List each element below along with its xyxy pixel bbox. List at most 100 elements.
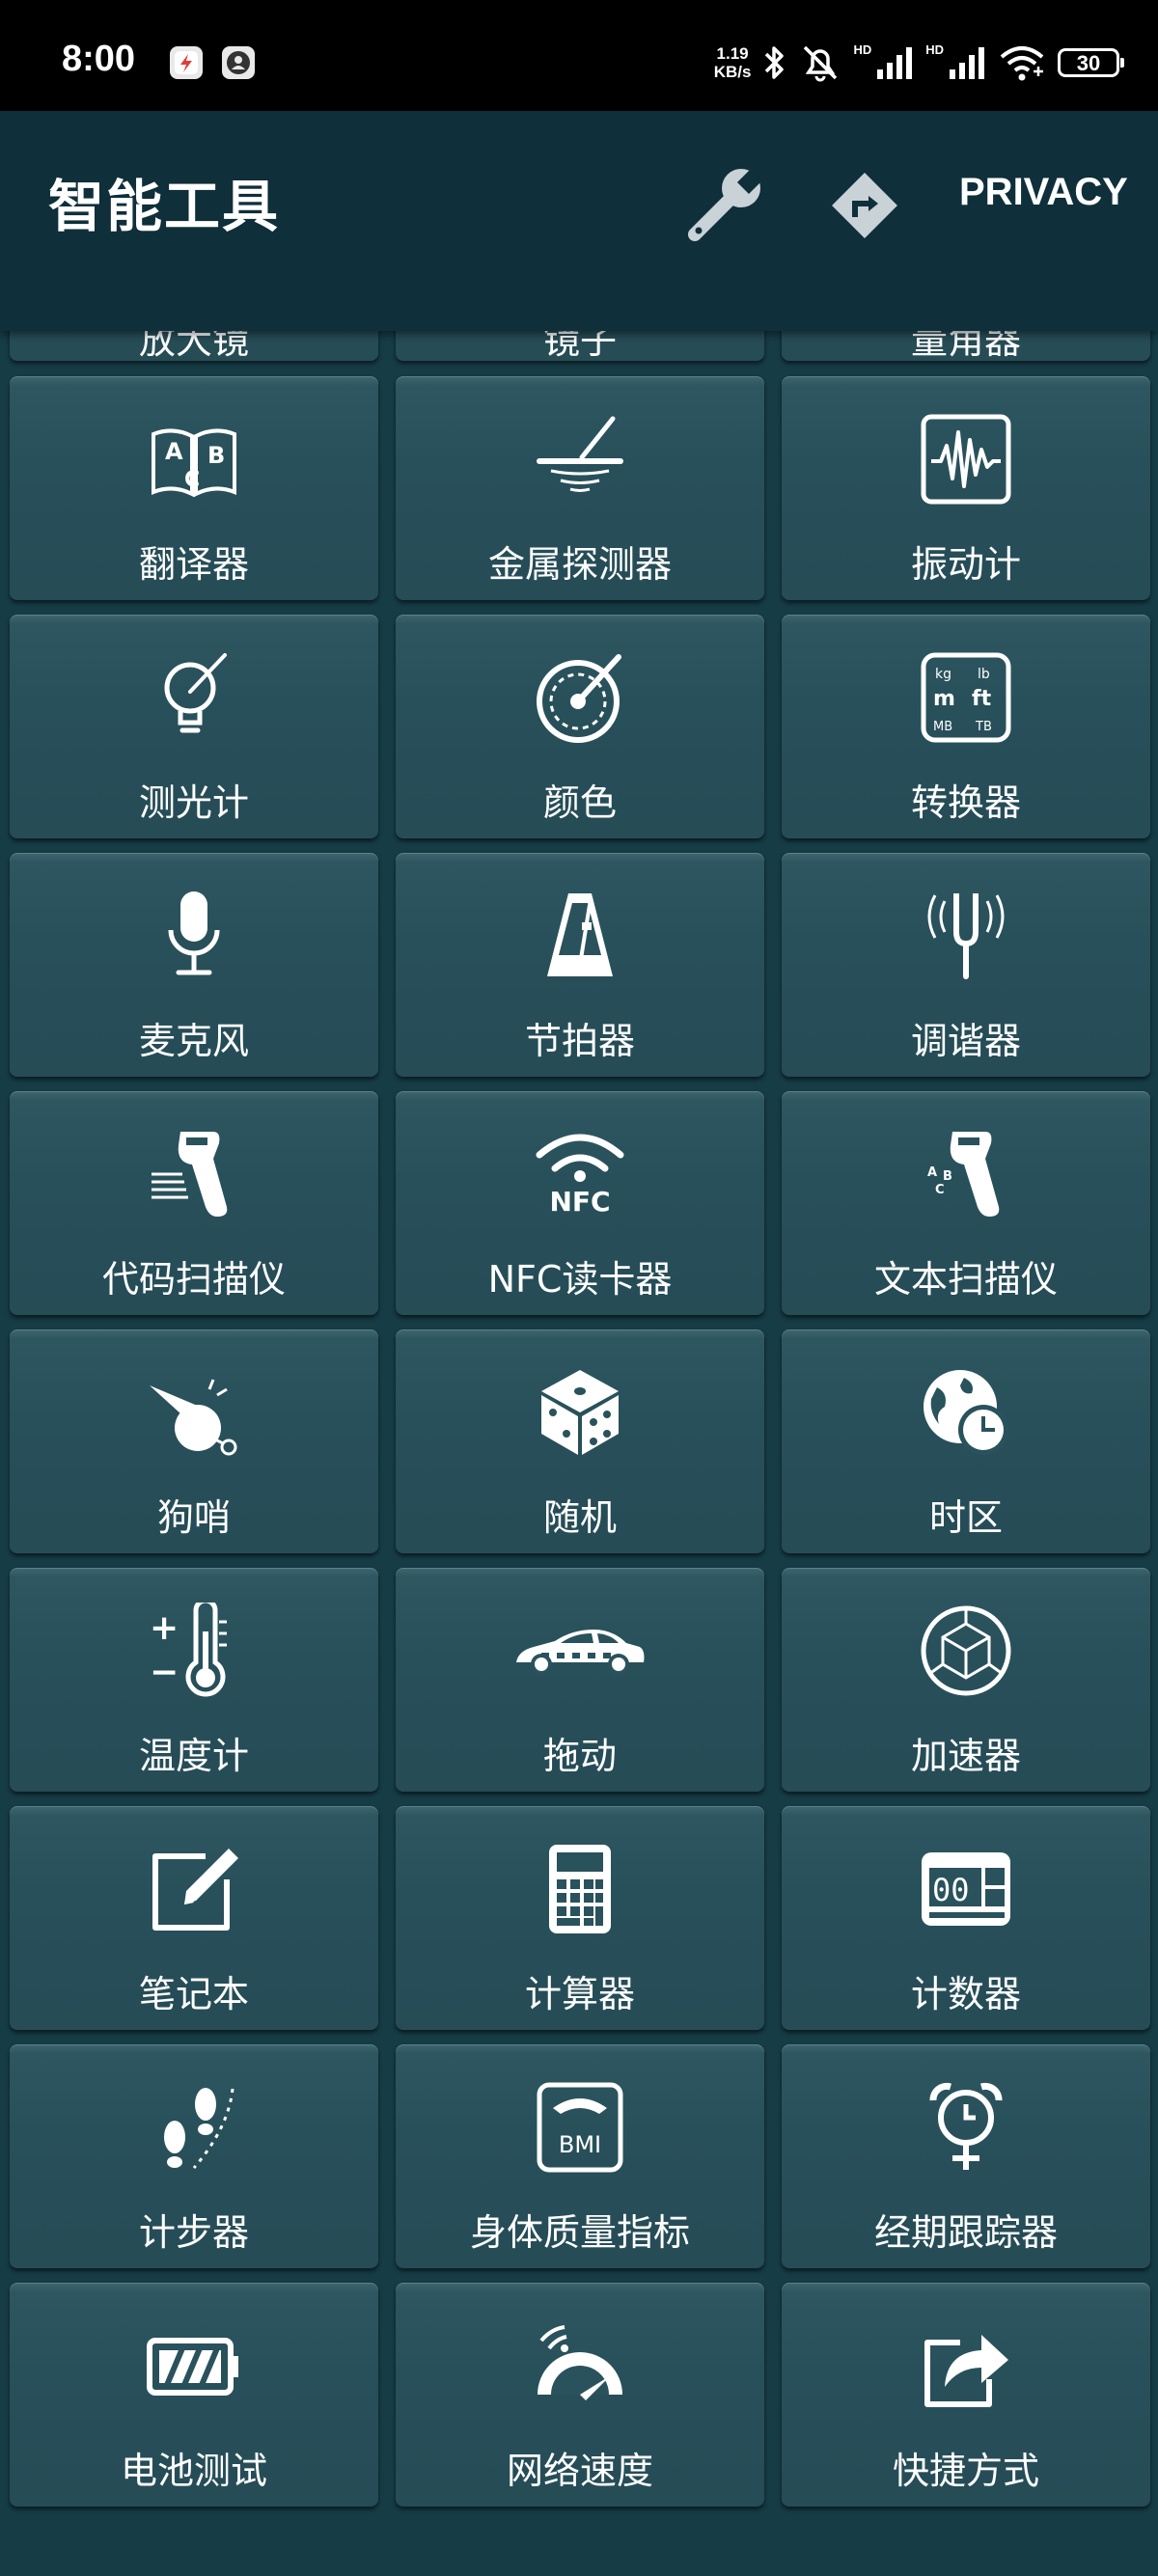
tool-label: 颜色: [542, 781, 617, 824]
svg-text:lb: lb: [978, 667, 990, 682]
shortcut-share-icon: [918, 2317, 1014, 2414]
tuning-fork-icon: [918, 888, 1014, 984]
barcode-scanner-icon: [146, 1126, 242, 1222]
tool-tile-dog-whistle[interactable]: 狗哨: [10, 1329, 378, 1553]
tool-tile-vibration-meter[interactable]: 振动计: [782, 376, 1150, 600]
battery-test-icon: [146, 2317, 242, 2414]
svg-text:kg: kg: [935, 667, 951, 682]
tool-label: 振动计: [910, 543, 1021, 586]
tool-tile-color[interactable]: 颜色: [396, 615, 764, 838]
tool-tile-metronome[interactable]: 节拍器: [396, 853, 764, 1077]
globe-clock-icon: [918, 1364, 1014, 1461]
tool-tile-timezone[interactable]: 时区: [782, 1329, 1150, 1553]
tool-label: 随机: [542, 1496, 617, 1539]
tool-tile-random[interactable]: 随机: [396, 1329, 764, 1553]
svg-text:BMI: BMI: [559, 2131, 601, 2158]
metronome-icon: [532, 888, 628, 984]
footsteps-icon: [146, 2079, 242, 2176]
tool-label: 调谐器: [910, 1020, 1021, 1062]
tool-label: NFC读卡器: [487, 1258, 673, 1301]
nfc-icon: NFC: [532, 1126, 628, 1222]
tool-label: 转换器: [910, 781, 1021, 824]
tool-tile-metal-detector[interactable]: 金属探测器: [396, 376, 764, 600]
tool-tile-converter[interactable]: kg lb m ft MB TB 转换器: [782, 615, 1150, 838]
counter-icon: 00: [918, 1841, 1014, 1937]
vibration-meter-icon: [918, 411, 1014, 507]
tool-tile-battery-test[interactable]: 电池测试: [10, 2283, 378, 2507]
tool-tile-light-meter[interactable]: 测光计: [10, 615, 378, 838]
tools-grid: 放大镜 镜子 量角器 A B C 翻译器 金属探测器 振动计 测光计 颜色 kg…: [0, 0, 1158, 2576]
tool-label: 文本扫描仪: [873, 1258, 1058, 1301]
svg-text:MB: MB: [933, 720, 952, 734]
svg-text:B: B: [207, 442, 225, 469]
translate-book-icon: A B C: [146, 411, 242, 507]
tool-label: 经期跟踪器: [873, 2211, 1058, 2254]
notepad-pen-icon: [146, 1841, 242, 1937]
directions-icon[interactable]: [828, 159, 901, 252]
tool-tile-accelerometer[interactable]: 加速器: [782, 1568, 1150, 1792]
tool-tile-microphone[interactable]: 麦克风: [10, 853, 378, 1077]
tool-tile-tow[interactable]: 拖动: [396, 1568, 764, 1792]
tool-label: 计数器: [910, 1973, 1021, 2015]
tool-label: 代码扫描仪: [101, 1258, 286, 1301]
app-title: 智能工具: [48, 174, 281, 239]
light-meter-icon: [146, 649, 242, 746]
tool-label: 翻译器: [138, 543, 249, 586]
tool-tile-bmi[interactable]: BMI 身体质量指标: [396, 2044, 764, 2268]
svg-text:A: A: [165, 438, 183, 465]
tool-label: 身体质量指标: [469, 2211, 690, 2254]
whistle-icon: [146, 1364, 242, 1461]
speedometer-icon: [532, 2317, 628, 2414]
svg-text:m: m: [933, 687, 955, 711]
tool-label: 快捷方式: [892, 2450, 1039, 2492]
thermometer-icon: + −: [146, 1603, 242, 1699]
tool-label: 狗哨: [156, 1496, 231, 1539]
tool-label: 金属探测器: [487, 543, 672, 586]
tool-tile-thermometer[interactable]: + − 温度计: [10, 1568, 378, 1792]
tool-tile-network-speed[interactable]: 网络速度: [396, 2283, 764, 2507]
tool-tile-shortcut[interactable]: 快捷方式: [782, 2283, 1150, 2507]
tool-tile-calculator[interactable]: 计算器: [396, 1806, 764, 2030]
alarm-female-icon: [918, 2079, 1014, 2176]
svg-text:NFC: NFC: [549, 1186, 610, 1218]
metal-detector-icon: [532, 411, 628, 507]
svg-text:ft: ft: [972, 687, 992, 711]
text-scanner-icon: A B C: [918, 1126, 1014, 1222]
unit-converter-icon: kg lb m ft MB TB: [918, 649, 1014, 746]
tool-tile-notebook[interactable]: 笔记本: [10, 1806, 378, 2030]
bmi-scale-icon: BMI: [532, 2079, 628, 2176]
tool-tile-tuner[interactable]: 调谐器: [782, 853, 1150, 1077]
tool-label: 节拍器: [524, 1020, 635, 1062]
tool-label: 麦克风: [138, 1020, 249, 1062]
svg-text:A: A: [927, 1165, 937, 1180]
tool-tile-period-tracker[interactable]: 经期跟踪器: [782, 2044, 1150, 2268]
tool-label: 电池测试: [120, 2450, 267, 2492]
tool-tile-text-scanner[interactable]: A B C 文本扫描仪: [782, 1091, 1150, 1315]
color-wheel-icon: [532, 649, 628, 746]
dice-icon: [532, 1364, 628, 1461]
tool-tile-counter[interactable]: 00 计数器: [782, 1806, 1150, 2030]
svg-text:+: +: [150, 1608, 179, 1648]
tool-tile-nfc-reader[interactable]: NFC NFC读卡器: [396, 1091, 764, 1315]
tool-label: 加速器: [910, 1735, 1021, 1777]
tool-tile-translator[interactable]: A B C 翻译器: [10, 376, 378, 600]
tool-label: 计步器: [138, 2211, 249, 2254]
settings-wrench-icon[interactable]: [681, 161, 770, 250]
svg-text:C: C: [935, 1183, 945, 1197]
tool-label: 网络速度: [506, 2450, 653, 2492]
svg-text:B: B: [943, 1169, 952, 1184]
tool-label: 计算器: [524, 1973, 635, 2015]
tool-label: 时区: [928, 1496, 1003, 1539]
privacy-button[interactable]: PRIVACY: [959, 171, 1128, 214]
calculator-icon: [532, 1841, 628, 1937]
svg-text:00: 00: [932, 1872, 970, 1908]
app-bar: 智能工具 PRIVACY: [0, 111, 1158, 331]
tool-tile-code-scanner[interactable]: 代码扫描仪: [10, 1091, 378, 1315]
tool-label: 测光计: [138, 781, 249, 824]
tool-label: 温度计: [138, 1735, 249, 1777]
svg-text:C: C: [184, 468, 200, 492]
accelerometer-cube-icon: [918, 1603, 1014, 1699]
microphone-icon: [146, 888, 242, 984]
tool-tile-pedometer[interactable]: 计步器: [10, 2044, 378, 2268]
tool-label: 笔记本: [138, 1973, 249, 2015]
